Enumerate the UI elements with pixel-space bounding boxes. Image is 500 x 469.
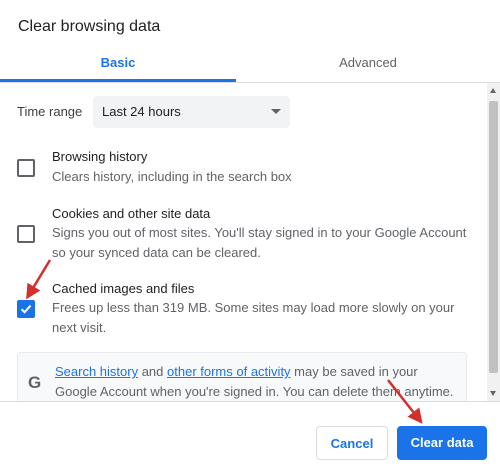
cookies-checkbox[interactable]: [17, 225, 35, 243]
dropdown-caret-icon: [271, 109, 281, 114]
search-history-link[interactable]: Search history: [55, 364, 138, 379]
clear-data-button[interactable]: Clear data: [397, 426, 487, 460]
option-description: Clears history, including in the search …: [52, 169, 292, 184]
google-g-icon: G: [28, 373, 42, 392]
cancel-button[interactable]: Cancel: [316, 426, 388, 460]
time-range-value: Last 24 hours: [102, 104, 181, 119]
other-activity-link[interactable]: other forms of activity: [167, 364, 291, 379]
option-title: Cookies and other site data: [52, 206, 211, 221]
option-title: Browsing history: [52, 149, 148, 164]
tab-advanced[interactable]: Advanced: [236, 44, 500, 82]
scroll-up-arrow-icon[interactable]: [490, 88, 496, 93]
tab-basic[interactable]: Basic: [0, 44, 236, 82]
time-range-label: Time range: [17, 104, 83, 119]
option-title: Cached images and files: [52, 281, 195, 296]
info-text: Search history and other forms of activi…: [55, 362, 460, 401]
time-range-select[interactable]: Last 24 hours: [93, 96, 290, 128]
info-text-part: and: [138, 364, 168, 379]
content-scrollbar[interactable]: [487, 83, 500, 401]
basic-tab-content: Time range Last 24 hours Browsing histor…: [0, 83, 487, 401]
browsing-history-checkbox[interactable]: [17, 159, 35, 177]
scroll-thumb[interactable]: [489, 101, 498, 373]
dialog-footer: Cancel Clear data: [0, 401, 500, 469]
option-description: Frees up less than 319 MB. Some sites ma…: [52, 300, 455, 335]
activity-info-box: G Search history and other forms of acti…: [17, 352, 467, 401]
dialog-title: Clear browsing data: [18, 18, 161, 35]
tab-bar: Basic Advanced: [0, 44, 500, 83]
option-description: Signs you out of most sites. You'll stay…: [52, 225, 467, 260]
scroll-down-arrow-icon[interactable]: [490, 391, 496, 396]
checkmark-icon: [20, 304, 32, 314]
clear-browsing-data-dialog: Clear browsing data Basic Advanced Time …: [0, 0, 500, 469]
cached-images-checkbox[interactable]: [17, 300, 35, 318]
active-tab-indicator: [0, 79, 236, 82]
